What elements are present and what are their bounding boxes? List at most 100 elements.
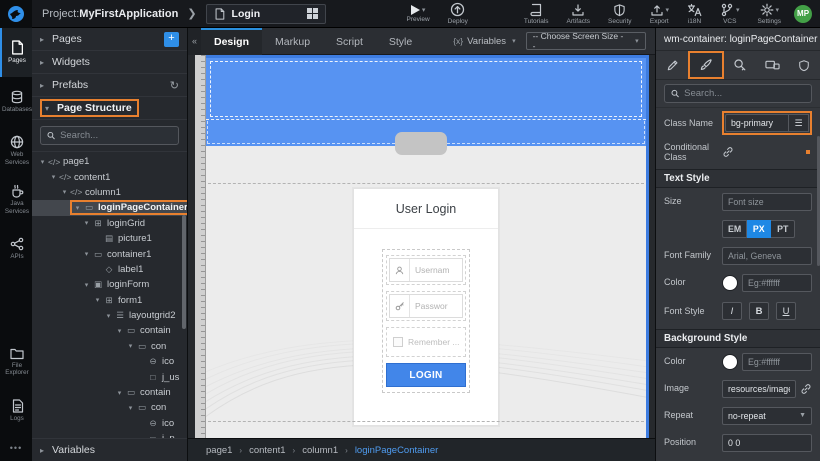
- password-input[interactable]: Passwor: [389, 294, 463, 318]
- tab-script[interactable]: Script: [323, 28, 376, 55]
- tree-expand-arrow[interactable]: ▾: [81, 219, 92, 227]
- class-list-button[interactable]: ☰: [789, 114, 809, 132]
- bg-image-input[interactable]: [722, 380, 796, 398]
- breadcrumb-column1[interactable]: column1: [302, 445, 338, 456]
- export-button[interactable]: ▾ Export: [650, 3, 670, 25]
- security-button[interactable]: Security: [608, 3, 631, 25]
- tree-node[interactable]: ▾ ⊞ loginGrid: [32, 216, 187, 231]
- tree-search[interactable]: [40, 126, 179, 145]
- collapse-left-panel-button[interactable]: «: [188, 28, 201, 55]
- add-page-button[interactable]: +: [164, 32, 179, 47]
- settings-button[interactable]: ▾ Settings: [758, 3, 782, 25]
- tree-node[interactable]: ▤ picture1: [32, 231, 187, 246]
- tree-node[interactable]: ▾ ▭ con: [32, 339, 187, 354]
- section-widgets[interactable]: ▸ Widgets: [32, 51, 187, 74]
- tab-design[interactable]: Design: [201, 28, 262, 55]
- artifacts-button[interactable]: Artifacts: [567, 3, 590, 25]
- tree-node[interactable]: ▾ ▣ loginForm: [32, 277, 187, 292]
- login-grid-selection[interactable]: [210, 61, 642, 117]
- tree-node[interactable]: ▾ ☰ layoutgrid2: [32, 308, 187, 323]
- tree-node[interactable]: ▾ ⊞ form1: [32, 293, 187, 308]
- underline-button[interactable]: U: [776, 302, 796, 320]
- remember-me-checkbox[interactable]: [393, 337, 403, 347]
- export-chevron-icon[interactable]: ▾: [666, 6, 670, 14]
- tree-node[interactable]: ▾ ▭ contain: [32, 385, 187, 400]
- tab-markup[interactable]: Markup: [262, 28, 323, 55]
- tree-expand-arrow[interactable]: ▾: [125, 342, 136, 350]
- tree-node[interactable]: □ j_us: [32, 369, 187, 384]
- tab-devices[interactable]: [756, 51, 788, 79]
- rail-item-logs[interactable]: Logs: [0, 386, 32, 435]
- tree-node[interactable]: ▾ </> column1: [32, 185, 187, 200]
- font-family-input[interactable]: [722, 247, 812, 265]
- tree-scrollbar[interactable]: [182, 215, 186, 329]
- tree-node[interactable]: ▾ </> content1: [32, 169, 187, 184]
- conditional-class-bind-icon[interactable]: [722, 146, 734, 158]
- login-submit-button[interactable]: LOGIN: [386, 363, 466, 387]
- tree-expand-arrow[interactable]: ▾: [92, 296, 103, 304]
- tab-style[interactable]: Style: [376, 28, 425, 55]
- tree-expand-arrow[interactable]: ▾: [103, 312, 114, 320]
- bg-color-swatch[interactable]: [722, 354, 738, 370]
- bold-button[interactable]: B: [749, 302, 769, 320]
- tree-expand-arrow[interactable]: ▾: [114, 327, 125, 335]
- tree-node[interactable]: □ j_p: [32, 431, 187, 438]
- preview-chevron-icon[interactable]: ▾: [422, 6, 426, 14]
- background-style-section-header[interactable]: Background Style: [656, 329, 820, 348]
- tree-node[interactable]: ▾ ▭ contain: [32, 323, 187, 338]
- bg-repeat-select[interactable]: no-repeat ▼: [722, 407, 812, 425]
- i18n-button[interactable]: i18N: [687, 3, 702, 25]
- user-avatar[interactable]: MP: [794, 5, 812, 23]
- settings-chevron-icon[interactable]: ▾: [776, 6, 780, 14]
- font-color-swatch[interactable]: [722, 275, 738, 291]
- tree-node[interactable]: ▾ </> page1: [32, 154, 187, 169]
- tree-node[interactable]: ⊖ ico: [32, 354, 187, 369]
- font-color-input[interactable]: [742, 274, 812, 292]
- open-page-tab[interactable]: Login: [206, 4, 326, 24]
- font-size-input[interactable]: [722, 193, 812, 211]
- section-prefabs[interactable]: ▸ Prefabs ↻: [32, 74, 187, 97]
- tree-node[interactable]: ⊖ ico: [32, 416, 187, 431]
- tree-expand-arrow[interactable]: ▾: [72, 204, 83, 212]
- preview-button[interactable]: ▾ Preview: [407, 5, 430, 23]
- tree-node[interactable]: ▾ ▭ con: [32, 400, 187, 415]
- rail-item-apis[interactable]: APIs: [0, 224, 32, 273]
- tree-expand-arrow[interactable]: ▾: [59, 188, 70, 196]
- vcs-chevron-icon[interactable]: ▾: [736, 6, 740, 14]
- breadcrumb-content1[interactable]: content1: [249, 445, 285, 456]
- tree-node[interactable]: ▾ ▭ loginPageContainer: [32, 200, 187, 215]
- tree-expand-arrow[interactable]: ▾: [48, 173, 59, 181]
- screen-size-select[interactable]: -- Choose Screen Size -- ▾: [526, 32, 646, 50]
- section-page-structure[interactable]: ▾ Page Structure: [32, 97, 187, 120]
- variables-dropdown[interactable]: {x} Variables ▾: [453, 36, 515, 47]
- tab-properties[interactable]: [656, 51, 688, 79]
- text-style-section-header[interactable]: Text Style: [656, 169, 820, 188]
- tree-node[interactable]: ◇ label1: [32, 262, 187, 277]
- tree-node[interactable]: ▾ ▭ container1: [32, 246, 187, 261]
- login-card[interactable]: User Login Usernam: [353, 188, 499, 426]
- tab-accessibility[interactable]: [788, 51, 820, 79]
- tree-search-input[interactable]: [60, 130, 172, 141]
- prefabs-refresh-icon[interactable]: ↻: [170, 79, 179, 92]
- breadcrumb-page1[interactable]: page1: [206, 445, 232, 456]
- section-pages[interactable]: ▸ Pages +: [32, 28, 187, 51]
- rail-item-file-explorer[interactable]: File Explorer: [0, 337, 32, 386]
- properties-search[interactable]: [664, 84, 812, 103]
- tree-expand-arrow[interactable]: ▾: [125, 404, 136, 412]
- rail-item-web-services[interactable]: Web Services: [0, 126, 32, 175]
- class-name-input[interactable]: [725, 114, 789, 132]
- properties-search-input[interactable]: [684, 88, 805, 99]
- bg-image-bind-icon[interactable]: [800, 383, 812, 395]
- page-grid-icon[interactable]: [307, 8, 318, 19]
- deploy-button[interactable]: Deploy: [448, 2, 468, 25]
- app-logo[interactable]: [0, 0, 32, 28]
- tab-inspect[interactable]: [724, 51, 756, 79]
- tutorials-button[interactable]: Tutorials: [524, 3, 549, 25]
- picture-placeholder[interactable]: [395, 132, 447, 155]
- tab-styles[interactable]: [688, 51, 724, 79]
- rail-item-databases[interactable]: Databases: [0, 77, 32, 126]
- bg-position-input[interactable]: [722, 434, 812, 452]
- breadcrumb-loginPageContainer[interactable]: loginPageContainer: [355, 445, 438, 456]
- vcs-button[interactable]: ▾ VCS: [720, 3, 740, 25]
- tree-expand-arrow[interactable]: ▾: [81, 250, 92, 258]
